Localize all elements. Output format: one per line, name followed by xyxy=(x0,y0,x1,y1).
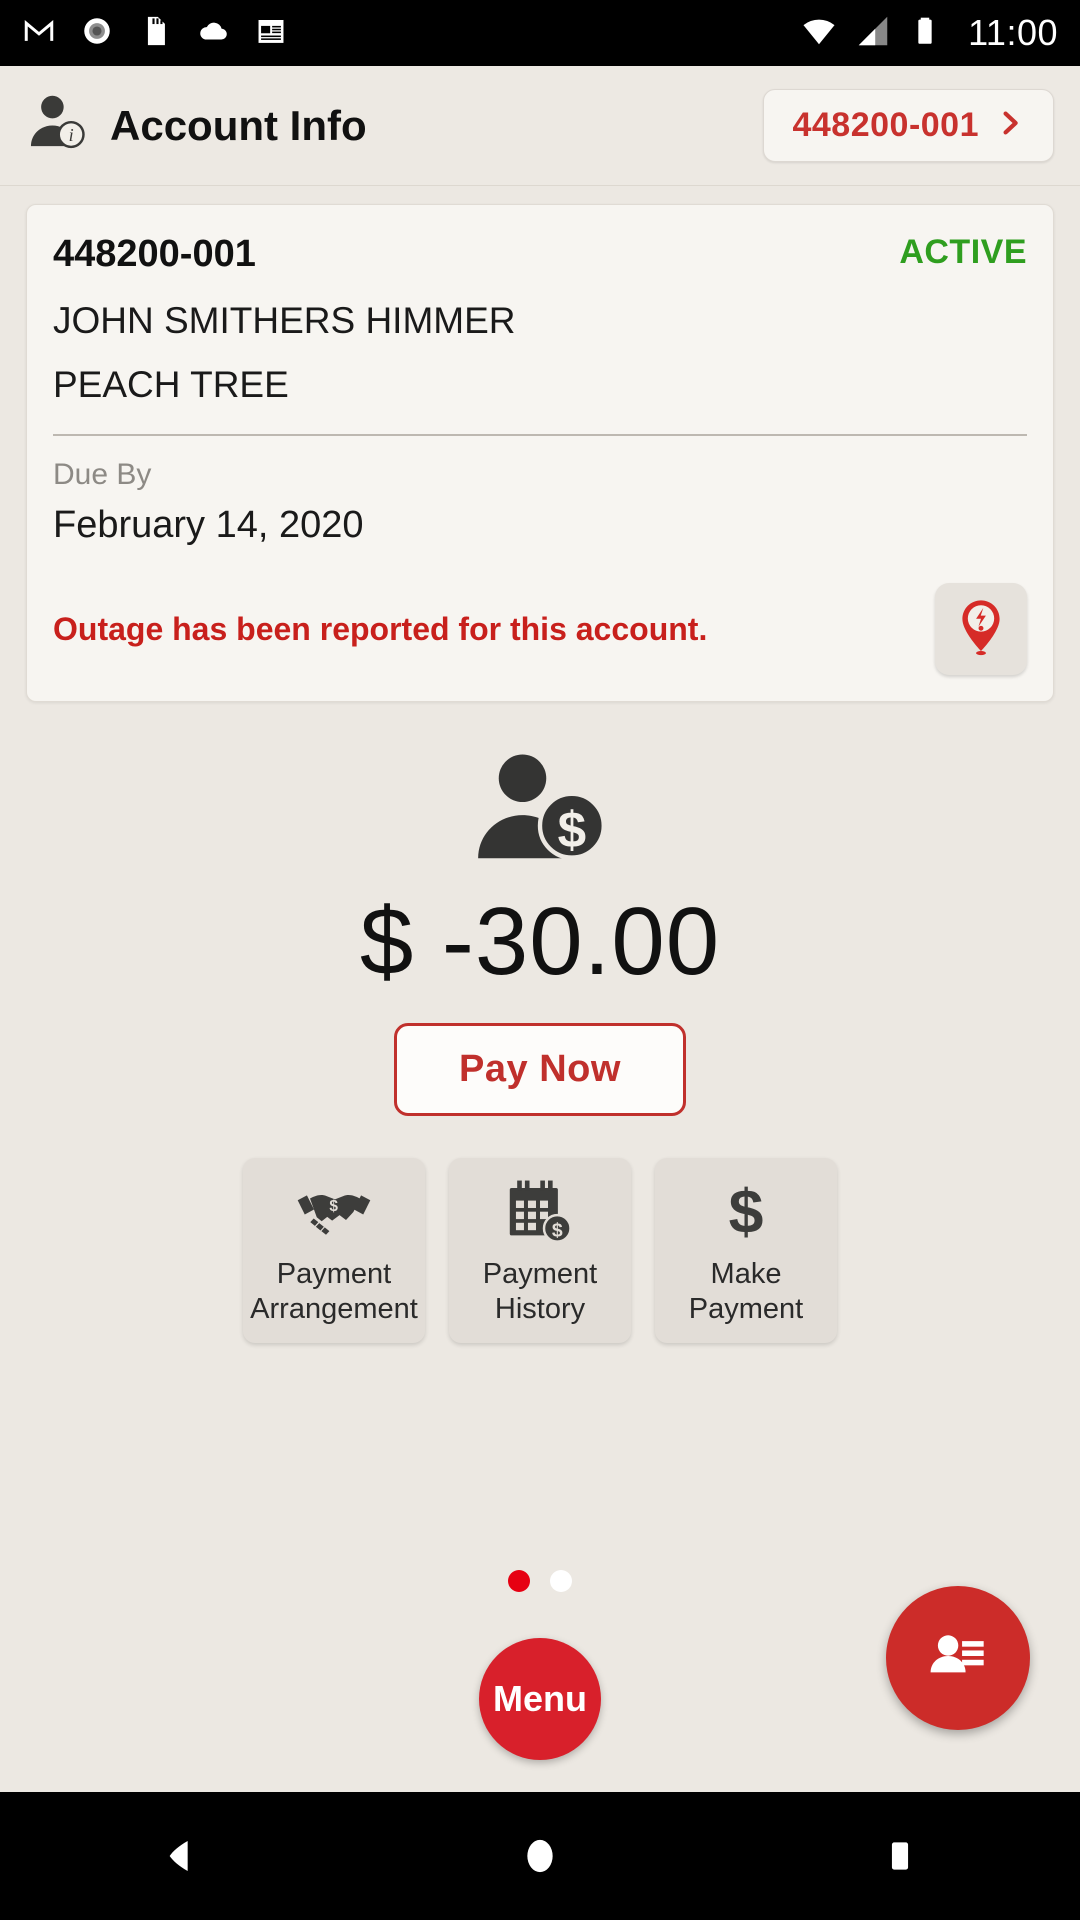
customer-name: JOHN SMITHERS HIMMER xyxy=(53,300,516,341)
person-dollar-icon: $ xyxy=(465,754,615,880)
calendar-dollar-icon: $ xyxy=(503,1175,577,1249)
tile-label-line2: Payment xyxy=(688,1292,804,1325)
record-icon xyxy=(80,14,114,53)
svg-text:$: $ xyxy=(729,1177,764,1247)
person-info-icon: i xyxy=(26,90,92,161)
svg-text:$: $ xyxy=(329,1198,338,1215)
wifi-icon xyxy=(800,12,838,55)
sd-card-icon xyxy=(138,14,172,53)
home-circle-icon[interactable] xyxy=(480,1833,600,1879)
menu-button[interactable]: Menu xyxy=(479,1638,601,1760)
page-dot-active[interactable] xyxy=(508,1570,530,1592)
handshake-dollar-icon: $ xyxy=(294,1175,374,1249)
page-title: Account Info xyxy=(110,101,367,149)
due-by-label: Due By xyxy=(53,458,152,491)
android-nav-bar xyxy=(0,1792,1080,1920)
outage-row: Outage has been reported for this accoun… xyxy=(53,583,1027,675)
account-card-header-row: 448200-001 ACTIVE xyxy=(53,233,1027,276)
header-left-group: i Account Info xyxy=(26,90,763,161)
tile-label-line2: History xyxy=(494,1292,586,1325)
outage-message: Outage has been reported for this accoun… xyxy=(53,610,708,647)
dollar-sign-icon: $ xyxy=(716,1175,776,1249)
quick-actions: $ Payment Arrangement $ Payment History … xyxy=(0,1158,1080,1343)
recents-square-icon[interactable] xyxy=(840,1834,960,1878)
tile-payment-history[interactable]: $ Payment History xyxy=(449,1158,631,1343)
status-bar: 11:00 xyxy=(0,0,1080,66)
account-selector-button[interactable]: 448200-001 xyxy=(763,89,1054,162)
cell-signal-icon xyxy=(854,12,892,55)
due-date-value: February 14, 2020 xyxy=(53,504,364,546)
tile-label-line1: Make xyxy=(710,1258,782,1291)
status-bar-clock: 11:00 xyxy=(968,12,1058,53)
cloud-icon xyxy=(196,14,230,53)
svg-text:$: $ xyxy=(558,801,587,858)
page-indicator xyxy=(0,1570,1080,1592)
service-address: PEACH TREE xyxy=(53,364,289,405)
balance-section: $ $ -30.00 xyxy=(0,748,1080,997)
tile-make-payment[interactable]: $ Make Payment xyxy=(655,1158,837,1343)
tile-payment-history-label: Payment History xyxy=(483,1257,597,1325)
status-bar-system-icons: 11:00 xyxy=(800,12,1058,55)
page-dot-inactive[interactable] xyxy=(550,1570,572,1592)
battery-icon xyxy=(908,14,942,53)
tile-payment-arrangement-label: Payment Arrangement xyxy=(250,1257,418,1325)
contact-fab-button[interactable] xyxy=(886,1586,1030,1730)
back-triangle-icon[interactable] xyxy=(120,1833,240,1879)
status-bar-notification-icons xyxy=(22,14,288,53)
app-header: i Account Info 448200-001 xyxy=(0,66,1080,186)
gmail-icon xyxy=(22,14,56,53)
account-card[interactable]: 448200-001 ACTIVE JOHN SMITHERS HIMMER P… xyxy=(26,204,1054,702)
account-number: 448200-001 xyxy=(53,233,256,275)
pay-now-wrapper: Pay Now xyxy=(0,1023,1080,1116)
pay-now-button[interactable]: Pay Now xyxy=(394,1023,686,1116)
svg-text:i: i xyxy=(69,125,74,145)
tile-make-payment-label: Make Payment xyxy=(689,1257,803,1325)
outage-report-button[interactable] xyxy=(935,583,1027,675)
main-content: 448200-001 ACTIVE JOHN SMITHERS HIMMER P… xyxy=(0,186,1080,1792)
account-selector-label: 448200-001 xyxy=(792,106,979,144)
card-divider xyxy=(53,434,1027,436)
balance-amount: $ -30.00 xyxy=(359,888,721,995)
tile-payment-arrangement[interactable]: $ Payment Arrangement xyxy=(243,1158,425,1343)
chevron-right-icon xyxy=(995,106,1025,145)
tile-label-line2: Arrangement xyxy=(250,1292,418,1325)
app-root: 11:00 i Account Info 448200-001 448200-0… xyxy=(0,0,1080,1920)
news-icon xyxy=(254,14,288,53)
outage-pin-icon xyxy=(950,596,1012,663)
tile-label-line1: Payment xyxy=(482,1258,598,1291)
contact-card-icon xyxy=(923,1621,993,1696)
status-badge: ACTIVE xyxy=(899,233,1027,271)
tile-label-line1: Payment xyxy=(276,1258,392,1291)
svg-text:$: $ xyxy=(552,1220,563,1242)
